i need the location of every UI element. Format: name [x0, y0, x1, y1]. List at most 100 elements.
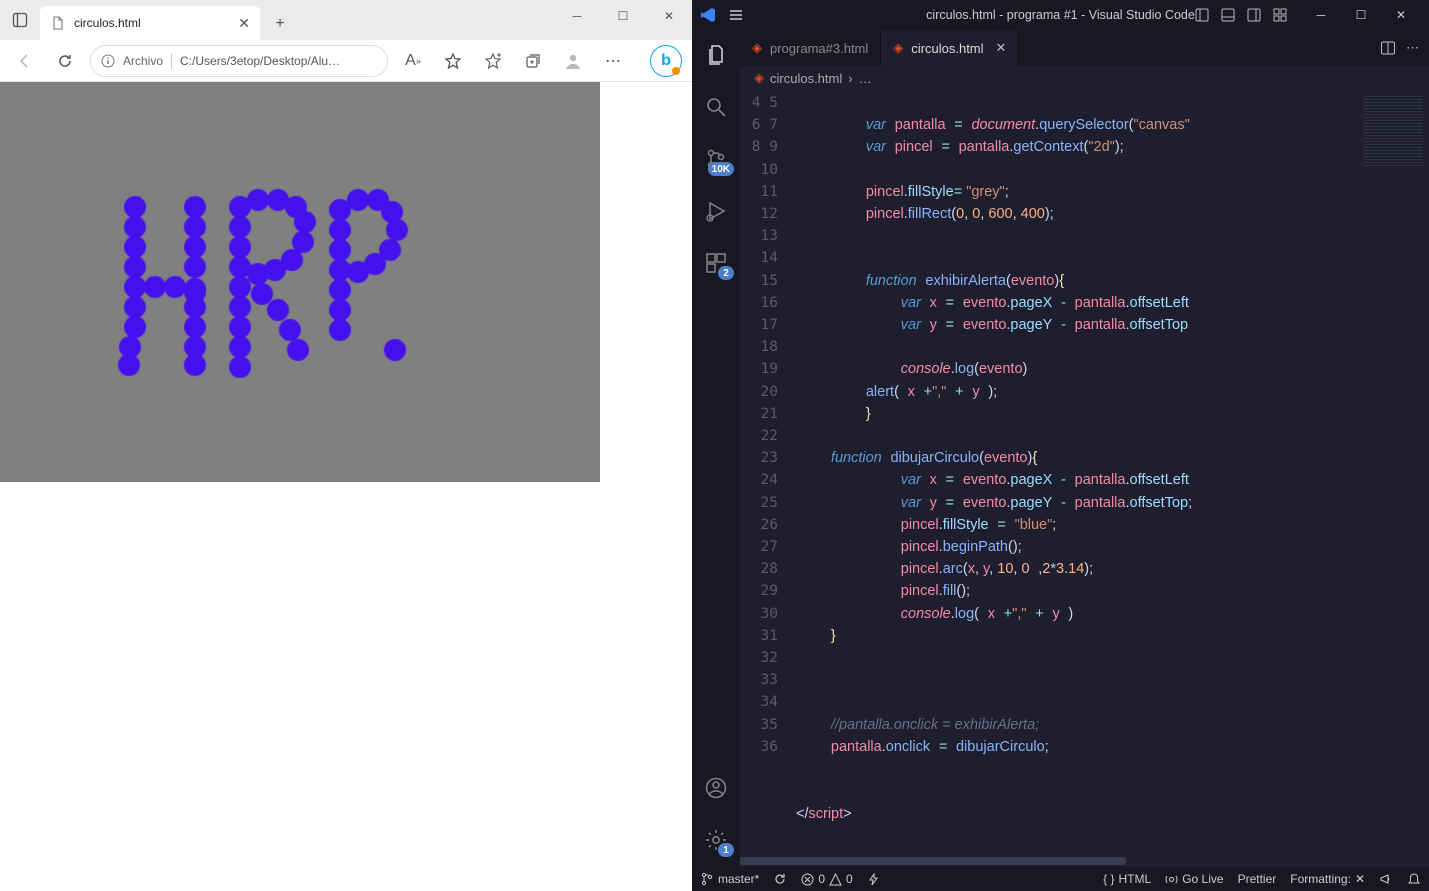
close-tab-icon[interactable]: ✕ [238, 15, 250, 32]
code-content[interactable]: var pantalla = document.querySelector("c… [796, 90, 1357, 855]
star-add-icon [484, 52, 502, 70]
minimap[interactable] [1357, 90, 1429, 855]
sync-button[interactable] [773, 872, 787, 886]
user-icon [563, 51, 583, 71]
maximize-button[interactable]: ☐ [600, 0, 646, 32]
account-icon [704, 776, 728, 800]
formatting-status[interactable]: Formatting: ✕ [1290, 872, 1365, 886]
collections-icon [524, 52, 542, 70]
layout-controls [1193, 6, 1289, 24]
breadcrumb-more: … [859, 71, 872, 86]
toggle-sidebar-icon[interactable] [1193, 6, 1211, 24]
editor-tabbar: ◈ programa#3.html ◈ circulos.html ✕ ⋯ [740, 30, 1429, 66]
info-icon [101, 54, 115, 68]
horizontal-scrollbar[interactable] [740, 855, 1429, 867]
customize-layout-icon[interactable] [1271, 6, 1289, 24]
bolt-icon [867, 873, 880, 886]
bing-chat-button[interactable]: b [650, 45, 682, 77]
minimize-button[interactable]: ─ [1301, 0, 1341, 30]
vscode-window: circulos.html - programa #1 - Visual Stu… [692, 0, 1429, 891]
maximize-button[interactable]: ☐ [1341, 0, 1381, 30]
live-server-port[interactable] [867, 873, 880, 886]
extensions-badge: 2 [718, 266, 734, 280]
toggle-panel-icon[interactable] [1219, 6, 1237, 24]
address-label: Archivo [123, 54, 163, 68]
broadcast-icon [1165, 873, 1178, 886]
tab-title: circulos.html [74, 16, 141, 30]
vscode-window-controls: ─ ☐ ✕ [1301, 0, 1421, 30]
edge-titlebar: circulos.html ✕ + ─ ☐ ✕ [0, 0, 692, 40]
vscode-logo-icon [700, 7, 716, 23]
branch-status[interactable]: master* [700, 872, 759, 886]
minimize-button[interactable]: ─ [554, 0, 600, 32]
breadcrumb[interactable]: ◈ circulos.html › … [740, 66, 1429, 90]
favorite-button[interactable] [438, 46, 468, 76]
refresh-button[interactable] [50, 46, 80, 76]
settings-badge: 1 [718, 843, 734, 857]
search-tab[interactable] [692, 92, 740, 122]
prettier-status[interactable]: Prettier [1238, 872, 1277, 886]
extensions-tab[interactable]: 2 [692, 248, 740, 278]
html-file-icon: ◈ [754, 70, 764, 86]
drawing-canvas[interactable] [0, 82, 600, 482]
tab-actions-button[interactable] [0, 0, 40, 40]
explorer-tab[interactable] [692, 40, 740, 70]
editor-area: ◈ programa#3.html ◈ circulos.html ✕ ⋯ ◈ … [740, 30, 1429, 867]
error-icon [801, 873, 814, 886]
new-tab-button[interactable]: + [264, 8, 296, 40]
edge-toolbar: Archivo C:/Users/3etop/Desktop/Alu… A» ⋯… [0, 40, 692, 82]
hamburger-menu-button[interactable] [728, 7, 744, 23]
address-url: C:/Users/3etop/Desktop/Alu… [180, 54, 340, 68]
tab-label: programa#3.html [770, 41, 868, 56]
tab-actions-icon [12, 12, 28, 28]
browser-viewport[interactable] [0, 82, 692, 891]
run-debug-tab[interactable] [692, 196, 740, 226]
read-aloud-button[interactable]: A» [398, 46, 428, 76]
breadcrumb-file: circulos.html [770, 71, 842, 86]
editor-tab-programa3[interactable]: ◈ programa#3.html [740, 30, 881, 66]
close-button[interactable]: ✕ [646, 0, 692, 32]
favorites-list-button[interactable] [478, 46, 508, 76]
html-file-icon: ◈ [893, 40, 903, 56]
code-editor[interactable]: 4 5 6 7 8 9 10 11 12 13 14 15 16 17 18 1… [740, 90, 1429, 855]
refresh-icon [56, 52, 74, 70]
more-actions-icon[interactable]: ⋯ [1406, 40, 1419, 56]
browser-tab[interactable]: circulos.html ✕ [40, 6, 260, 40]
editor-tab-circulos[interactable]: ◈ circulos.html ✕ [881, 30, 1019, 66]
go-live-button[interactable]: Go Live [1165, 872, 1223, 886]
menu-button[interactable]: ⋯ [598, 46, 628, 76]
branch-icon [700, 872, 714, 886]
edge-browser-window: circulos.html ✕ + ─ ☐ ✕ Archivo C:/Users… [0, 0, 692, 891]
close-tab-icon[interactable]: ✕ [996, 40, 1007, 56]
edge-window-controls: ─ ☐ ✕ [554, 0, 692, 32]
address-bar[interactable]: Archivo C:/Users/3etop/Desktop/Alu… [90, 45, 388, 77]
source-control-tab[interactable]: 10K [692, 144, 740, 174]
collections-button[interactable] [518, 46, 548, 76]
notifications-button[interactable] [1407, 872, 1421, 886]
problems-status[interactable]: 0 0 [801, 872, 852, 886]
run-icon [704, 199, 728, 223]
vscode-titlebar: circulos.html - programa #1 - Visual Stu… [692, 0, 1429, 30]
accounts-tab[interactable] [692, 773, 740, 803]
file-icon [50, 15, 66, 31]
warning-icon [829, 873, 842, 886]
sync-icon [773, 872, 787, 886]
profile-button[interactable] [558, 46, 588, 76]
language-mode[interactable]: { } HTML [1103, 872, 1151, 886]
split-editor-icon[interactable] [1380, 40, 1396, 56]
bell-icon [1407, 872, 1421, 886]
settings-tab[interactable]: 1 [692, 825, 740, 855]
megaphone-icon [1379, 872, 1393, 886]
html-file-icon: ◈ [752, 40, 762, 56]
toggle-secondary-icon[interactable] [1245, 6, 1263, 24]
files-icon [704, 43, 728, 67]
search-icon [704, 95, 728, 119]
separator [171, 53, 172, 69]
close-button[interactable]: ✕ [1381, 0, 1421, 30]
back-button[interactable] [10, 46, 40, 76]
chevron-right-icon: › [848, 71, 852, 86]
activity-bar: 10K 2 1 [692, 30, 740, 867]
line-gutter: 4 5 6 7 8 9 10 11 12 13 14 15 16 17 18 1… [740, 90, 796, 855]
feedback-button[interactable] [1379, 872, 1393, 886]
vscode-body: 10K 2 1 ◈ p [692, 30, 1429, 867]
